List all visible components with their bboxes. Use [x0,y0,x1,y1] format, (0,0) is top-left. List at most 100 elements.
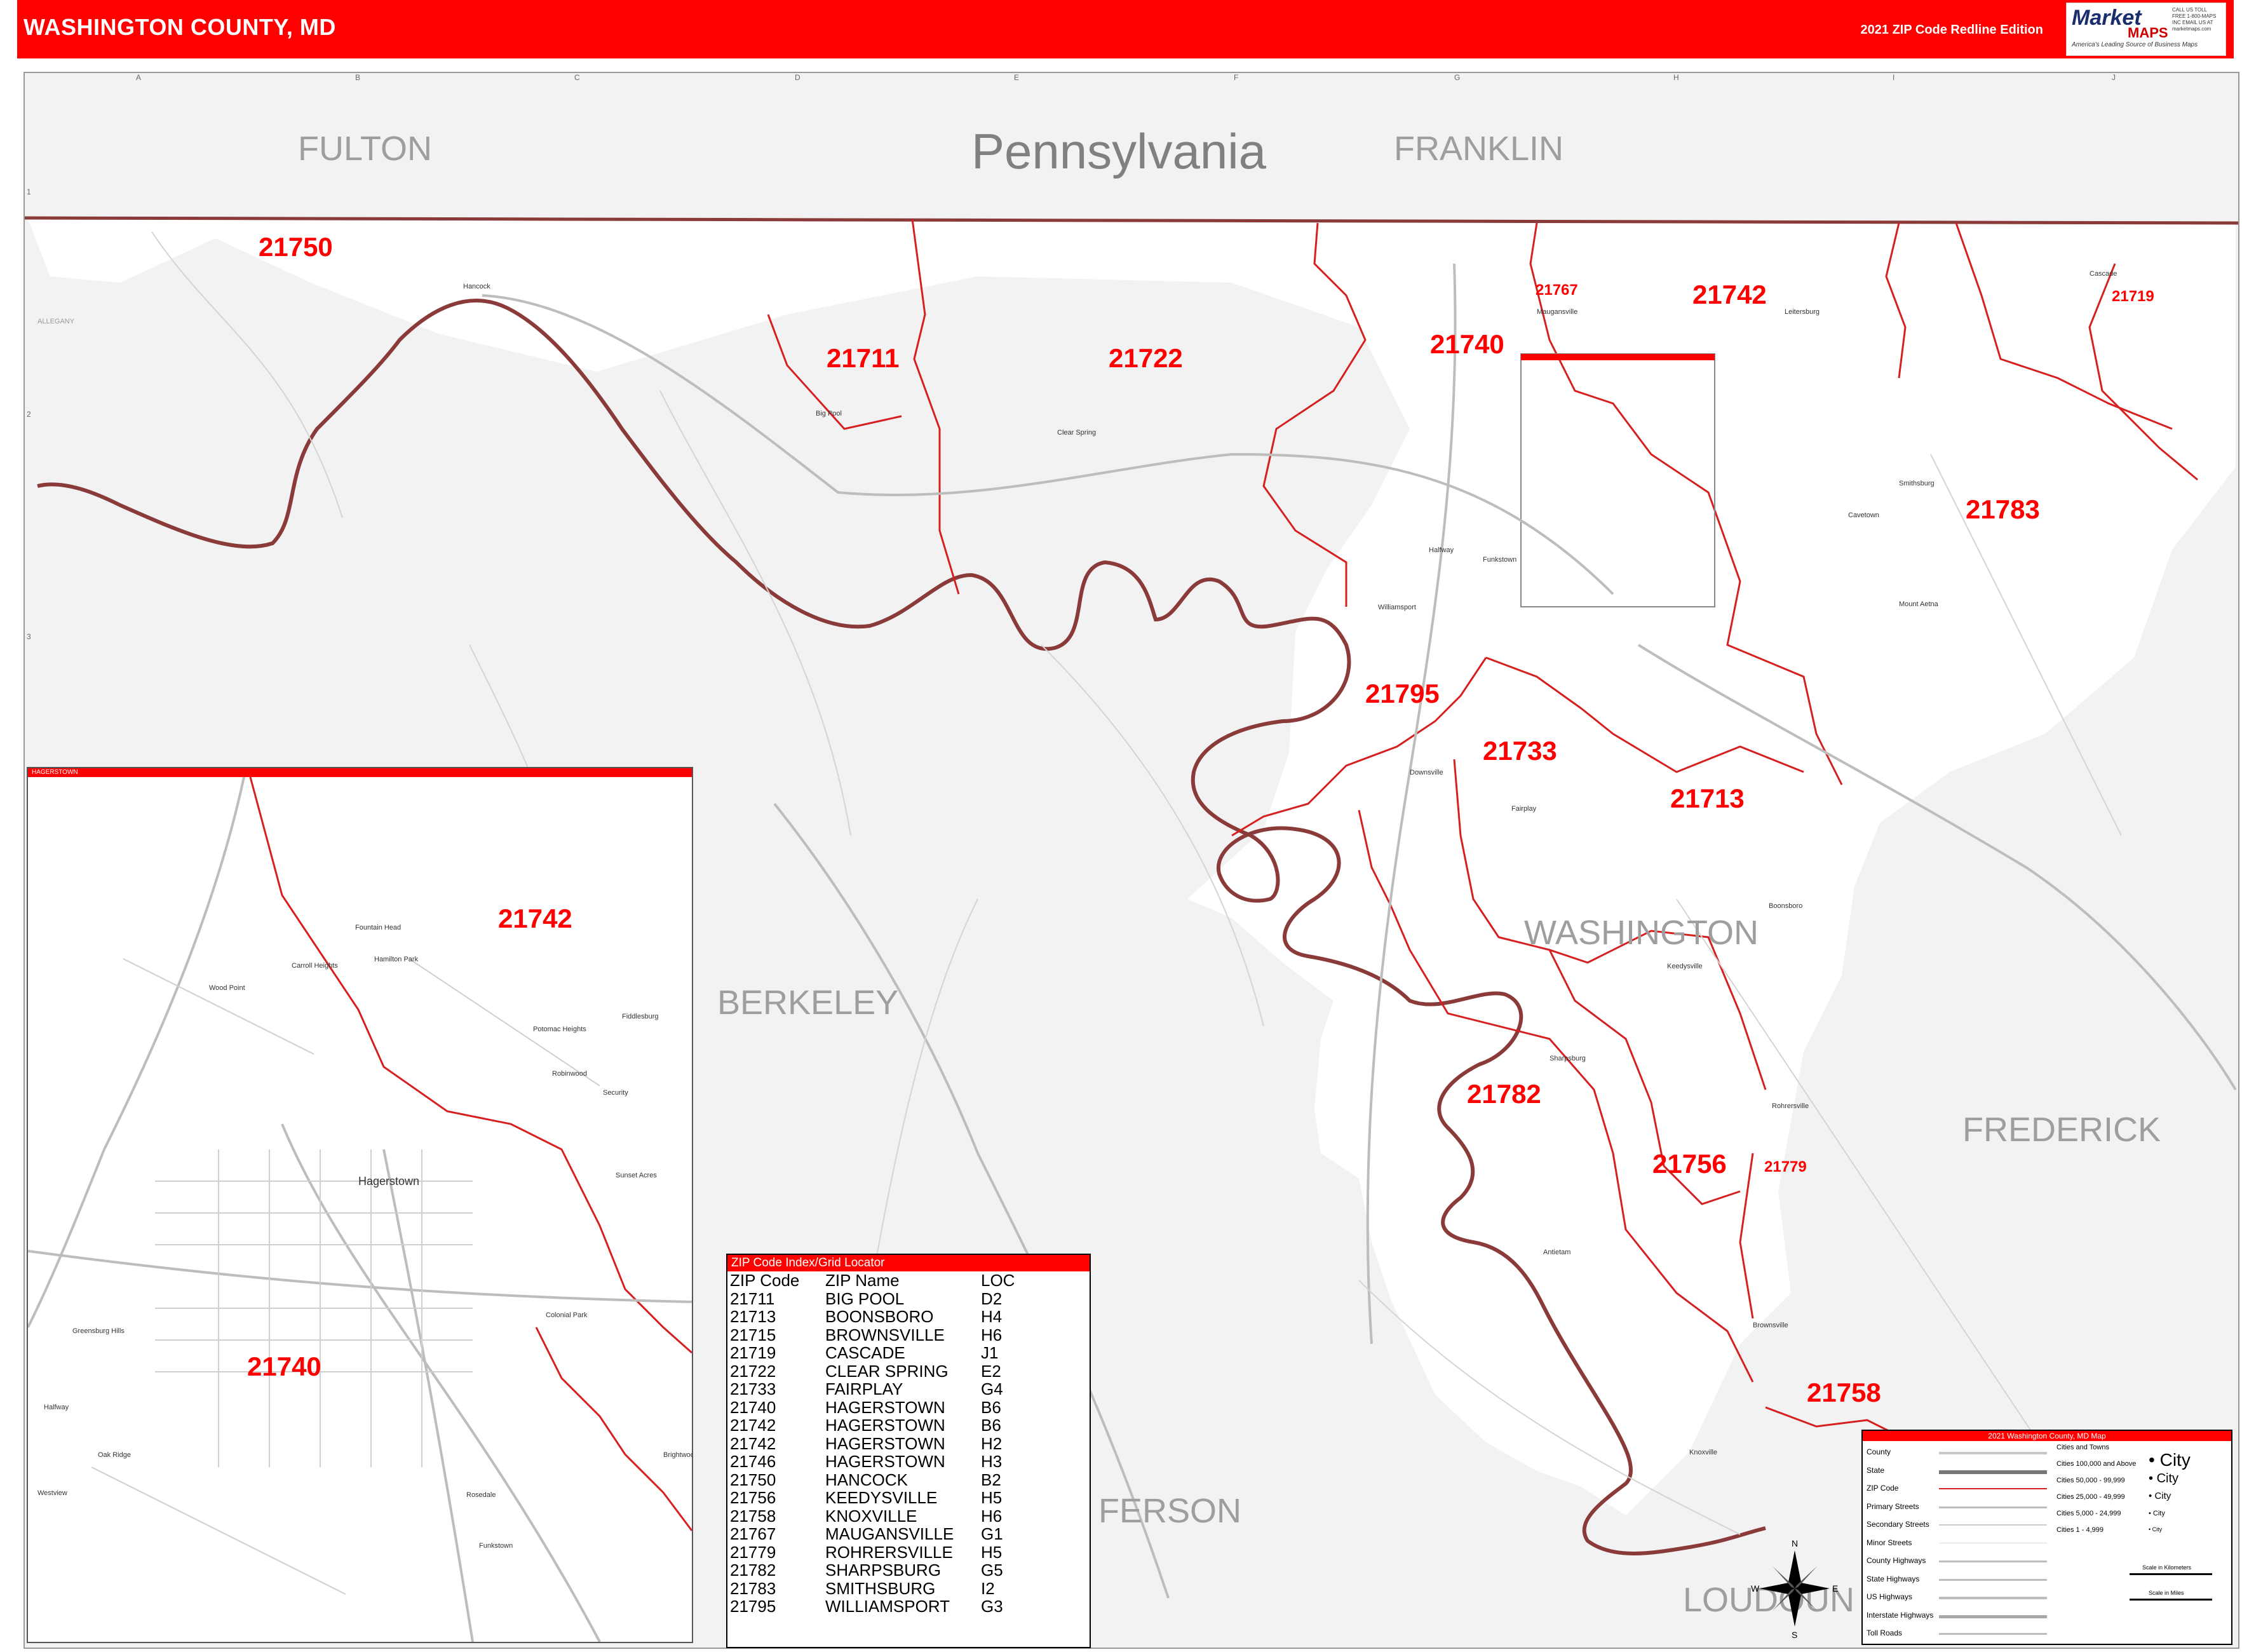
zip-label-21767[interactable]: 21767 [1536,281,1578,299]
legend-scale-mi: Scale in Miles [2149,1590,2184,1596]
zip-index-loc-cell: G5 [981,1561,1003,1580]
zip-index-name-cell: SHARPSBURG [825,1561,942,1580]
inset-zip-21742[interactable]: 21742 [498,904,572,934]
compass-e: E [1832,1583,1838,1594]
legend-city-sample-5: • City [2149,1526,2163,1533]
inset-zip-21740[interactable]: 21740 [247,1351,321,1382]
zip-label-21742[interactable]: 21742 [1692,280,1767,310]
market-maps-logo[interactable]: Market MAPS America's Leading Source of … [2066,3,2226,56]
legend-scale-mi-bar [2130,1599,2212,1601]
zip-index-zip-cell: 21713 [730,1307,776,1326]
inset-brightwood-acres: Brightwood Acres [663,1451,692,1459]
grid-col-h: H [1673,73,1679,82]
zip-index-name-cell: SMITHSBURG [825,1578,936,1598]
inset-wood-point: Wood Point [209,984,245,992]
zip-label-21722[interactable]: 21722 [1109,343,1183,374]
region-pennsylvania: Pennsylvania [971,123,1266,179]
zip-index-grid: ZIP Code ZIP Name LOC 21711 BIG POOL D2 217… [730,1271,1015,1616]
legend-item-swatch [1939,1452,2047,1454]
zip-index-zip-cell: 21740 [730,1397,776,1417]
zip-index-loc-cell: G4 [981,1379,1003,1398]
map-legend: 2021 Washington County, MD Map County Sta… [1861,1430,2232,1645]
zip-label-21719[interactable]: 21719 [2112,288,2154,306]
inset-funkstown: Funkstown [479,1542,513,1550]
zip-index-loc-cell: H5 [981,1488,1003,1507]
zip-label-21750[interactable]: 21750 [259,232,333,262]
logo-tagline: America's Leading Source of Business Map… [2072,41,2198,48]
zip-index-loc-cell: B2 [981,1470,1001,1489]
zip-index-title: ZIP Code Index/Grid Locator [727,1255,1090,1271]
hagerstown-inset[interactable]: HAGERSTOWN Fountain Head Hamilton Park C… [27,767,693,1643]
legend-city-size-4: Cities 5,000 - 24,999 [2056,1510,2121,1517]
legend-item-swatch [1939,1578,2047,1581]
zip-index-table: ZIP Code Index/Grid Locator ZIP Code ZIP… [726,1254,1091,1648]
zip-index-zip-cell: 21719 [730,1343,776,1362]
legend-item-swatch [1939,1597,2047,1599]
town-williamsport: Williamsport [1378,604,1416,611]
zip-label-21713[interactable]: 21713 [1670,783,1745,814]
region-allegany: ALLEGANY [37,318,75,325]
zip-label-21740[interactable]: 21740 [1430,329,1504,360]
zip-index-zip-cell: 21779 [730,1542,776,1562]
zip-index-loc-cell: G1 [981,1524,1003,1543]
zip-index-loc-cell: I2 [981,1578,995,1598]
zip-label-21782[interactable]: 21782 [1467,1079,1541,1109]
compass-s: S [1792,1630,1797,1639]
zip-index-name-cell: HANCOCK [825,1470,908,1489]
town-cavetown: Cavetown [1848,511,1879,519]
zip-label-21779[interactable]: 21779 [1764,1158,1807,1176]
inset-robinwood: Robinwood [552,1070,588,1078]
legend-city-size-3: Cities 25,000 - 49,999 [2056,1493,2125,1501]
grid-col-g: G [1454,73,1461,82]
town-funkstown: Funkstown [1483,556,1517,564]
zip-index-row: 21733 FAIRPLAY G4 [730,1380,1015,1398]
legend-item-swatch [1939,1488,2047,1489]
zip-index-row: 21742 HAGERSTOWN H2 [730,1434,1015,1453]
compass-n: N [1792,1538,1798,1548]
legend-item-swatch [1939,1470,2047,1474]
town-mount-aetna: Mount Aetna [1899,600,1938,608]
legend-item-label: Toll Roads [1867,1628,1903,1637]
town-boonsboro: Boonsboro [1769,902,1803,910]
zip-index-zip-cell: 21715 [730,1325,776,1344]
legend-item-label: Minor Streets [1867,1538,1912,1547]
zip-index-zip-cell: 21733 [730,1379,776,1398]
zip-label-21733[interactable]: 21733 [1483,736,1557,766]
zip-index-col-name: ZIP Name [825,1271,900,1290]
zip-index-loc-cell: E2 [981,1361,1001,1381]
zip-index-name-cell: CASCADE [825,1343,905,1362]
town-maugansville: Maugansville [1537,308,1578,316]
zip-index-zip-cell: 21795 [730,1597,776,1616]
zip-label-21758[interactable]: 21758 [1807,1378,1881,1408]
zip-index-zip-cell: 21783 [730,1578,776,1598]
town-sharpsburg: Sharpsburg [1550,1055,1586,1062]
grid-col-e: E [1014,73,1020,82]
zip-index-loc-cell: H3 [981,1452,1003,1471]
zip-index-loc-cell: B6 [981,1397,1001,1417]
zip-index-zip-cell: 21756 [730,1488,776,1507]
zip-index-name-cell: KEEDYSVILLE [825,1488,938,1507]
zip-index-zip-cell: 21742 [730,1416,776,1435]
zip-index-zip-cell: 21758 [730,1506,776,1526]
town-big-pool: Big Pool [816,410,842,417]
zip-index-row: 21711 BIG POOL D2 [730,1289,1015,1308]
zip-label-21756[interactable]: 21756 [1652,1149,1727,1179]
zip-label-21795[interactable]: 21795 [1365,679,1440,709]
zip-index-name-cell: CLEAR SPRING [825,1361,949,1381]
zip-index-row: 21758 KNOXVILLE H6 [730,1506,1015,1526]
zip-index-zip-cell: 21711 [730,1289,775,1308]
legend-city-size-2: Cities 50,000 - 99,999 [2056,1477,2125,1484]
zip-label-21711[interactable]: 21711 [827,343,899,374]
zip-index-name-cell: HAGERSTOWN [825,1397,945,1417]
zip-index-zip-cell: 21722 [730,1361,776,1381]
logo-brand-b: MAPS [2128,25,2168,41]
zip-label-21783[interactable]: 21783 [1966,494,2040,525]
grid-col-i: I [1893,73,1895,82]
zip-index-row: 21713 BOONSBORO H4 [730,1308,1015,1326]
inset-security: Security [603,1089,628,1097]
zip-index-row: 21750 HANCOCK B2 [730,1470,1015,1489]
region-berkeley: BERKELEY [717,984,899,1022]
zip-index-zip-cell: 21767 [730,1524,776,1543]
town-leitersburg: Leitersburg [1785,308,1820,316]
zip-index-row: 21719 CASCADE J1 [730,1344,1015,1362]
